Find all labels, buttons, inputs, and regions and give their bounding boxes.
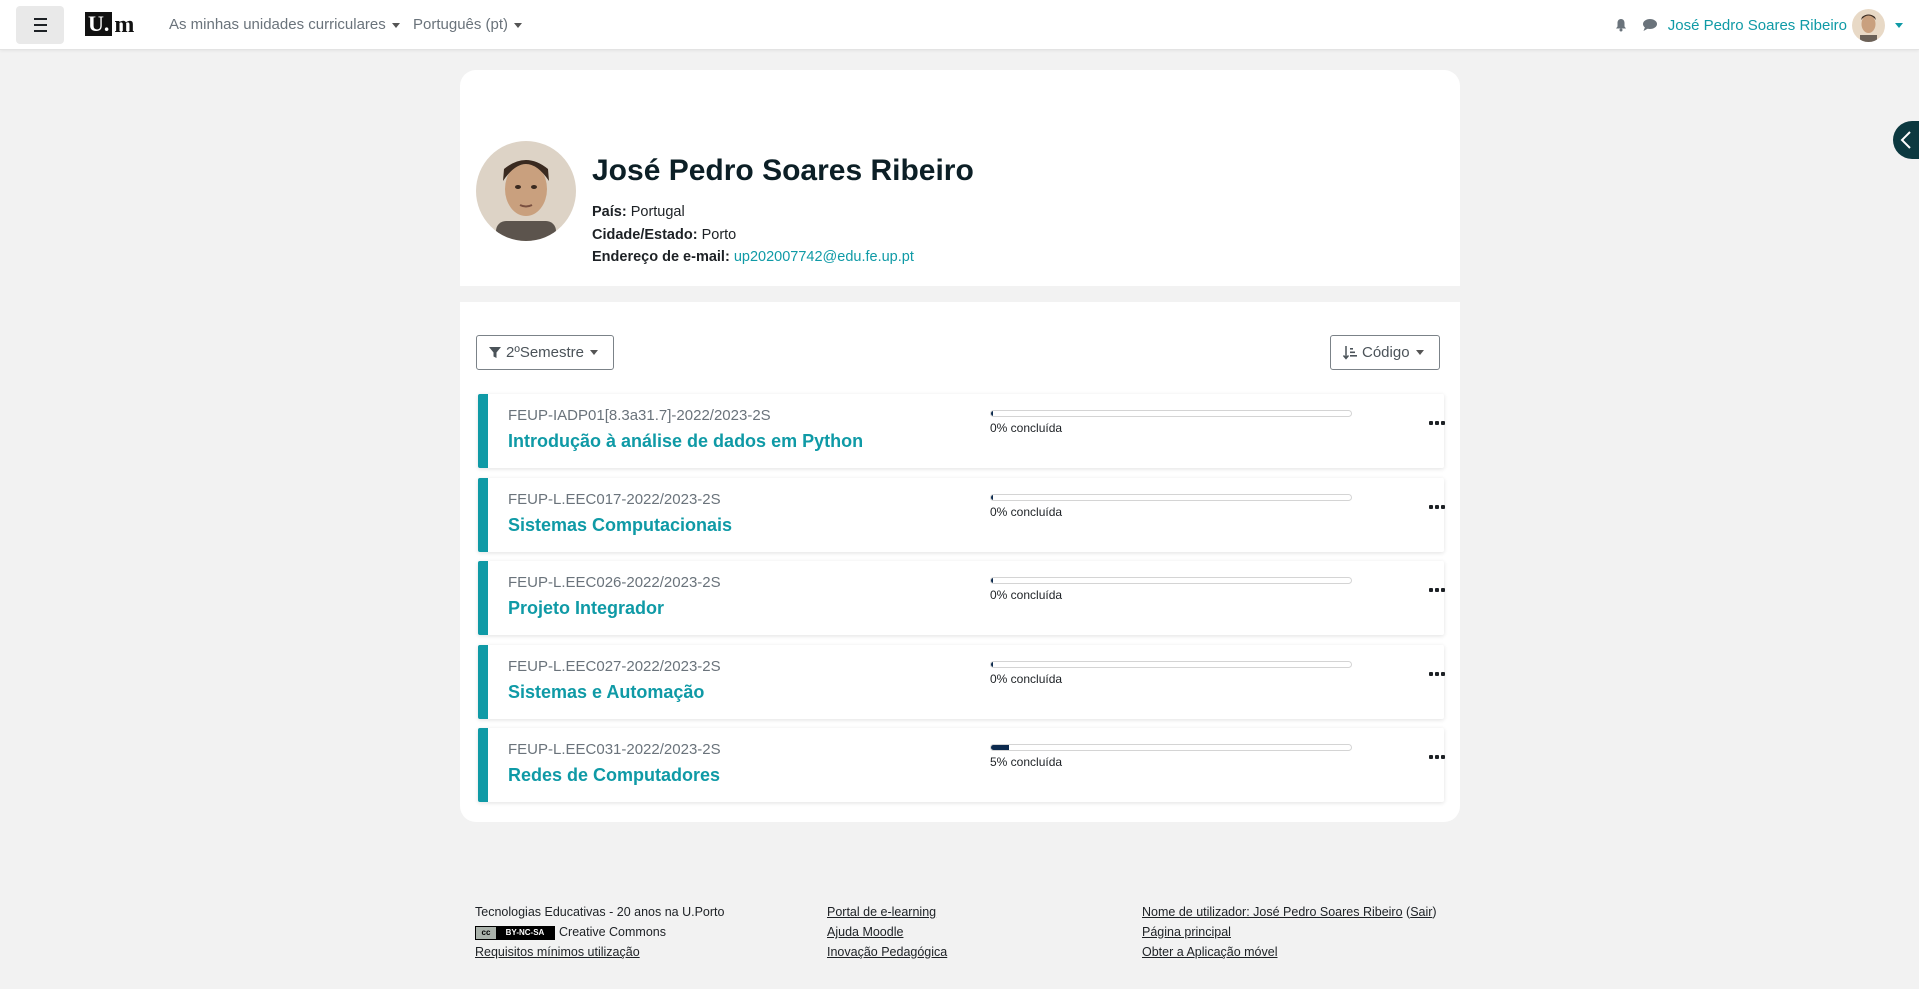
progress-fill [991,745,1009,750]
user-menu-caret-icon[interactable] [1895,22,1903,28]
progress-bar [990,661,1352,668]
progress-label: 0% concluída [990,505,1063,519]
caret-down-icon [1415,350,1424,355]
course-actions-menu-icon[interactable] [1426,667,1448,681]
progress-label: 5% concluída [990,755,1063,769]
course-title-link[interactable]: Projeto Integrador [508,598,664,619]
chevron-left-icon [1900,131,1911,149]
course-card: FEUP-L.EEC031-2022/2023-2S Redes de Compu… [478,728,1445,802]
profile-name: José Pedro Soares Ribeiro [592,154,974,187]
course-actions-menu-icon[interactable] [1426,750,1448,764]
user-avatar[interactable] [1852,8,1885,42]
grouping-filter-dropdown[interactable]: 2ºSemestre [476,335,614,370]
course-card: FEUP-L.EEC017-2022/2023-2S Sistemas Compu… [478,478,1445,552]
language-label: Português (pt) [413,16,509,33]
caret-down-icon [590,350,599,355]
caret-down-icon [391,22,400,28]
course-code: FEUP-L.EEC031-2022/2023-2S [508,741,721,758]
course-title-link[interactable]: Redes de Computadores [508,765,720,786]
course-title-link[interactable]: Introdução à análise de dados em Python [508,431,863,452]
open-block-drawer-button[interactable] [1893,121,1919,159]
course-actions-menu-icon[interactable] [1426,583,1448,597]
caret-down-icon [514,22,523,28]
logout-link[interactable]: Sair [1410,905,1432,919]
course-code: FEUP-L.EEC026-2022/2023-2S [508,574,721,591]
filter-label: 2ºSemestre [506,344,585,361]
progress-bar [990,410,1352,417]
progress-bar [990,494,1352,501]
course-title-link[interactable]: Sistemas e Automação [508,682,704,703]
footer-column-1: Tecnologias Educativas - 20 anos na U.Po… [475,902,724,962]
requirements-link[interactable]: Requisitos mínimos utilização [475,945,640,959]
language-dropdown[interactable]: Português (pt) [413,16,523,33]
sort-icon [1343,345,1357,360]
top-navbar: U. m As minhas unidades curriculares Por… [0,0,1919,50]
progress-label: 0% concluída [990,672,1063,686]
profile-header: José Pedro Soares Ribeiro País: Portugal… [460,70,1460,286]
course-actions-menu-icon[interactable] [1426,500,1448,514]
footer-column-2: Portal de e-learning Ajuda Moodle Inovaç… [827,902,947,962]
email-label: Endereço de e-mail: [592,249,730,265]
logo-u: U. [85,12,113,36]
progress-fill [991,495,993,500]
my-courses-label: As minhas unidades curriculares [169,16,386,33]
course-title-link[interactable]: Sistemas Computacionais [508,515,732,536]
innovation-link[interactable]: Inovação Pedagógica [827,945,947,959]
cc-label: Creative Commons [559,925,666,939]
sort-label: Código [1362,344,1410,361]
user-nav: José Pedro Soares Ribeiro [1614,8,1903,42]
user-menu-name[interactable]: José Pedro Soares Ribeiro [1668,17,1847,34]
cc-license-badge[interactable]: cc BY-NC-SA [475,925,555,940]
my-courses-dropdown[interactable]: As minhas unidades curriculares [169,16,400,33]
profile-avatar [476,141,576,241]
menu-toggle-button[interactable] [16,6,64,44]
hamburger-icon [33,16,47,34]
footer-column-3: Nome de utilizador: José Pedro Soares Ri… [1142,905,1437,959]
course-card: FEUP-L.EEC026-2022/2023-2S Projeto Integr… [478,561,1445,635]
course-card: FEUP-L.EEC027-2022/2023-2S Sistemas e Aut… [478,645,1445,719]
mobile-app-link[interactable]: Obter a Aplicação móvel [1142,945,1278,959]
country-label: País: [592,204,627,220]
progress-fill [991,411,993,416]
chat-icon[interactable] [1642,18,1658,32]
home-link[interactable]: Página principal [1142,925,1231,939]
course-code: FEUP-L.EEC017-2022/2023-2S [508,491,721,508]
city-value: Porto [701,227,737,243]
profile-city: Cidade/Estado: Porto [592,227,736,243]
logo-m: m [114,12,134,38]
progress-label: 0% concluída [990,588,1063,602]
course-overview: 2ºSemestre Código FEUP-IADP01[8.3a31.7]-… [460,302,1460,822]
footer-license: cc BY-NC-SA Creative Commons [475,922,724,942]
footer-tagline: Tecnologias Educativas - 20 anos na U.Po… [475,905,725,919]
course-code: FEUP-L.EEC027-2022/2023-2S [508,658,721,675]
username-link[interactable]: Nome de utilizador: José Pedro Soares Ri… [1142,905,1403,919]
progress-bar [990,744,1352,751]
country-value: Portugal [630,204,685,220]
course-code: FEUP-IADP01[8.3a31.7]-2022/2023-2S [508,407,771,424]
portal-link[interactable]: Portal de e-learning [827,905,936,919]
course-actions-menu-icon[interactable] [1426,416,1448,430]
profile-country: País: Portugal [592,204,685,220]
profile-email: Endereço de e-mail: up202007742@edu.fe.u… [592,249,914,265]
progress-fill [991,578,993,583]
site-logo[interactable]: U. m [85,10,134,38]
sort-dropdown[interactable]: Código [1330,335,1440,370]
help-link[interactable]: Ajuda Moodle [827,925,903,939]
course-card: FEUP-IADP01[8.3a31.7]-2022/2023-2S Introd… [478,394,1445,468]
progress-bar [990,577,1352,584]
bell-icon[interactable] [1614,18,1628,32]
progress-label: 0% concluída [990,421,1063,435]
progress-fill [991,662,993,667]
city-label: Cidade/Estado: [592,227,698,243]
email-link[interactable]: up202007742@edu.fe.up.pt [734,249,914,265]
filter-icon [489,346,501,358]
